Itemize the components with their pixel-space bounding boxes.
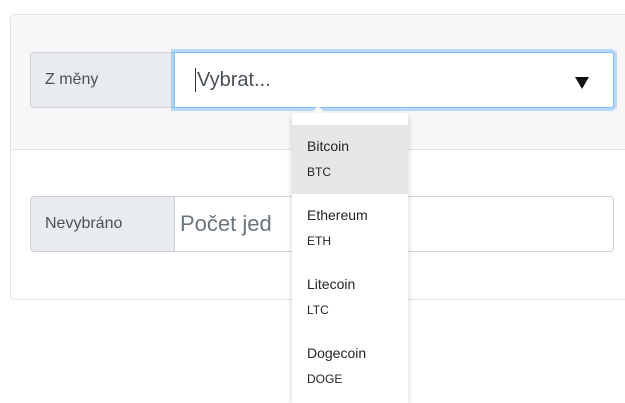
from-currency-group: Z měny Vybrat... xyxy=(30,52,614,108)
option-bitcoin[interactable]: Bitcoin BTC xyxy=(292,125,408,194)
option-name: Bitcoin xyxy=(307,138,350,154)
amount-placeholder: Počet jed xyxy=(180,211,272,236)
select-value: Vybrat... xyxy=(195,68,271,92)
currency-dropdown-menu: Bitcoin BTC Ethereum ETH Litecoin LTC Do… xyxy=(292,113,408,403)
option-symbol: DOGE xyxy=(307,372,343,386)
option-symbol: LTC xyxy=(307,303,329,317)
from-currency-label: Z měny xyxy=(30,52,174,108)
option-symbol: BTC xyxy=(307,165,331,179)
option-litecoin[interactable]: Litecoin LTC xyxy=(292,263,408,332)
option-dogecoin[interactable]: Dogecoin DOGE xyxy=(292,332,408,401)
select-placeholder: Vybrat... xyxy=(197,68,271,91)
caret-down-icon[interactable] xyxy=(575,77,589,89)
from-currency-select[interactable]: Vybrat... xyxy=(174,52,614,108)
option-name: Ethereum xyxy=(307,207,368,223)
option-name: Litecoin xyxy=(307,276,356,292)
option-symbol: ETH xyxy=(307,234,331,248)
amount-label: Nevybráno xyxy=(30,196,174,252)
option-name: Dogecoin xyxy=(307,345,367,361)
option-ethereum[interactable]: Ethereum ETH xyxy=(292,194,408,263)
text-cursor xyxy=(195,68,196,92)
